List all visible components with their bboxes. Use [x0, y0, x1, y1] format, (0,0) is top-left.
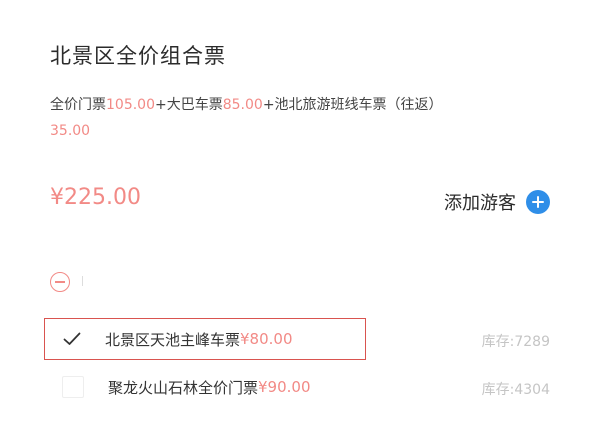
- ticket-description: 全价门票105.00+大巴车票85.00+池北旅游班线车票（往返） 35.00: [50, 92, 550, 144]
- desc-price-2: 85.00: [222, 97, 263, 113]
- desc-part-1: 全价门票: [50, 97, 106, 113]
- checkbox[interactable]: [62, 376, 84, 398]
- desc-part-2: +大巴车票: [155, 97, 223, 113]
- minus-circle-icon[interactable]: [50, 272, 70, 292]
- option-price: ¥90.00: [258, 378, 311, 396]
- add-visitor-button[interactable]: 添加游客: [444, 189, 550, 215]
- option-row-1[interactable]: 北景区天池主峰车票 ¥80.00: [44, 318, 366, 360]
- option-stock: 库存:4304: [481, 382, 550, 398]
- desc-part-3: +池北旅游班线车票（往返）: [262, 97, 443, 113]
- quantity-divider: [82, 276, 83, 286]
- plus-icon[interactable]: [526, 190, 550, 214]
- total-price: ¥225.00: [50, 185, 141, 210]
- ticket-title: 北景区全价组合票: [50, 44, 226, 68]
- option-name: 北景区天池主峰车票: [105, 330, 241, 349]
- option-name: 聚龙火山石林全价门票: [108, 378, 259, 397]
- desc-price-3: 35.00: [50, 123, 91, 139]
- option-price: ¥80.00: [240, 330, 293, 348]
- checkmark-icon[interactable]: [63, 330, 81, 348]
- option-row-2[interactable]: 聚龙火山石林全价门票 ¥90.00: [44, 366, 550, 408]
- desc-price-1: 105.00: [106, 97, 155, 113]
- option-stock: 库存:7289: [481, 334, 550, 350]
- add-visitor-label: 添加游客: [444, 193, 516, 214]
